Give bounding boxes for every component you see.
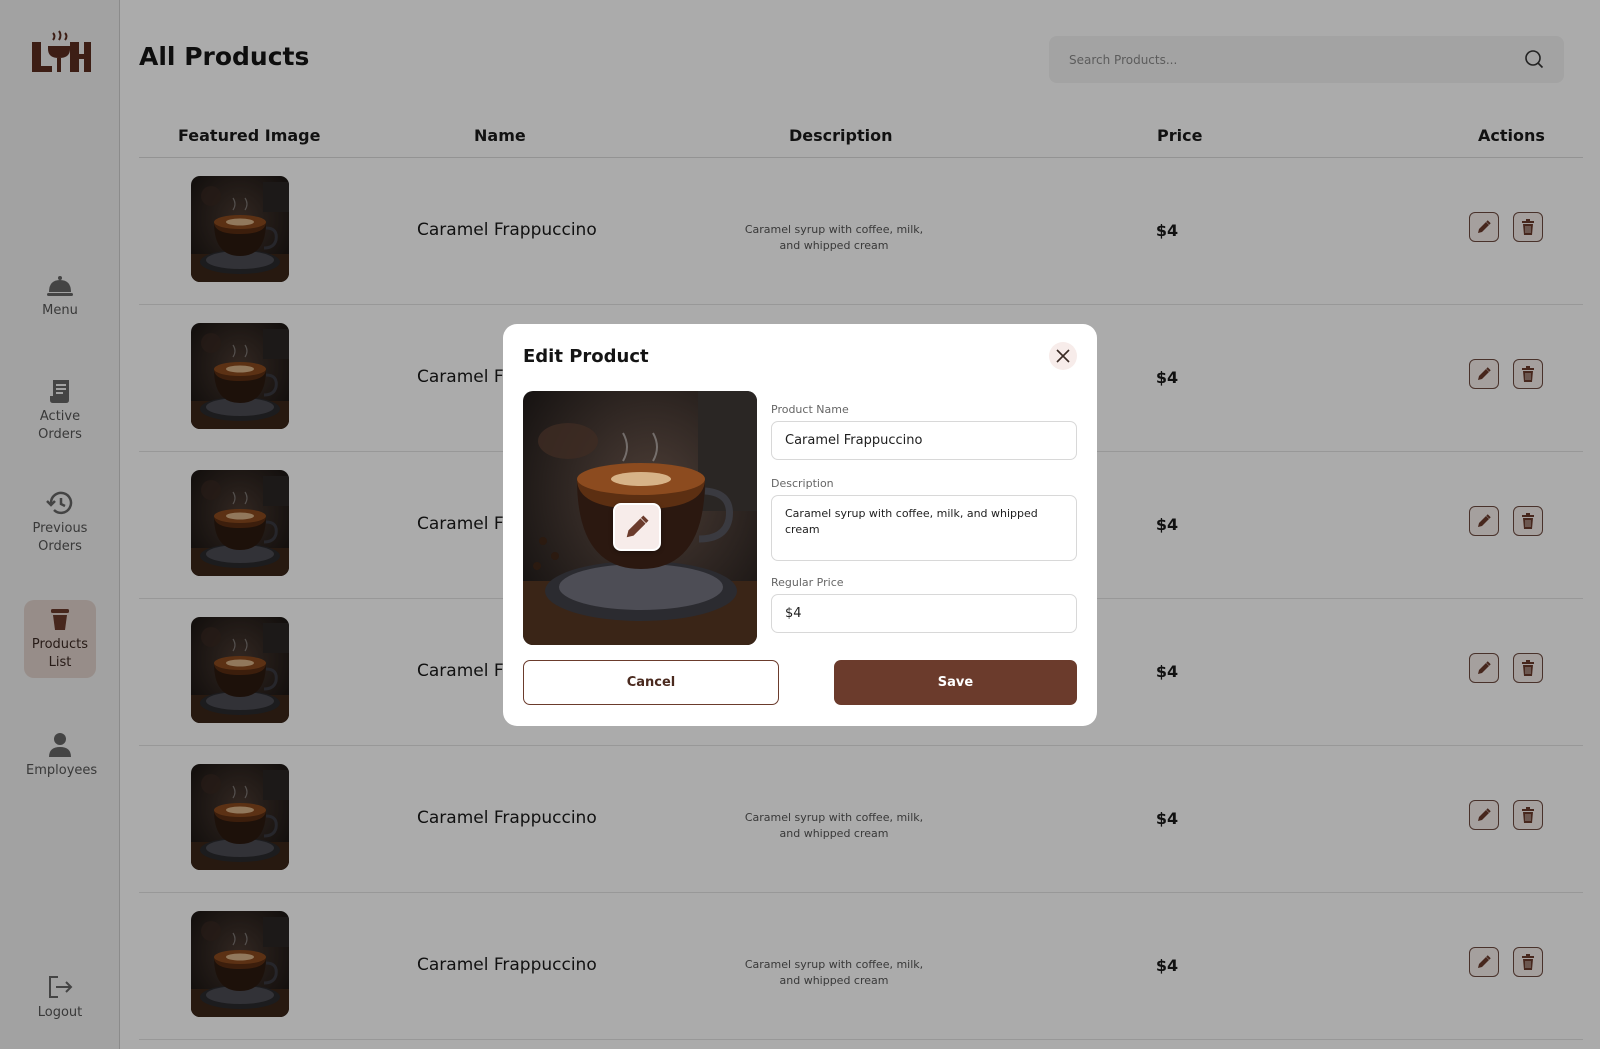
- regular-price-label: Regular Price: [771, 576, 844, 589]
- close-icon: [1056, 349, 1070, 363]
- product-name-label: Product Name: [771, 403, 849, 416]
- product-image-preview: [523, 391, 757, 645]
- pencil-icon: [626, 515, 649, 538]
- modal-title: Edit Product: [523, 346, 649, 367]
- regular-price-field[interactable]: [771, 594, 1077, 633]
- description-label: Description: [771, 477, 834, 490]
- product-name-field[interactable]: [771, 421, 1077, 460]
- description-field[interactable]: Caramel syrup with coffee, milk, and whi…: [771, 495, 1077, 561]
- edit-product-modal: Edit Product Product Name Caramel Frappu…: [503, 324, 1097, 726]
- change-image-button[interactable]: [613, 503, 661, 551]
- close-button[interactable]: [1049, 342, 1077, 370]
- cancel-button[interactable]: Cancel: [523, 660, 779, 705]
- save-button[interactable]: Save: [834, 660, 1077, 705]
